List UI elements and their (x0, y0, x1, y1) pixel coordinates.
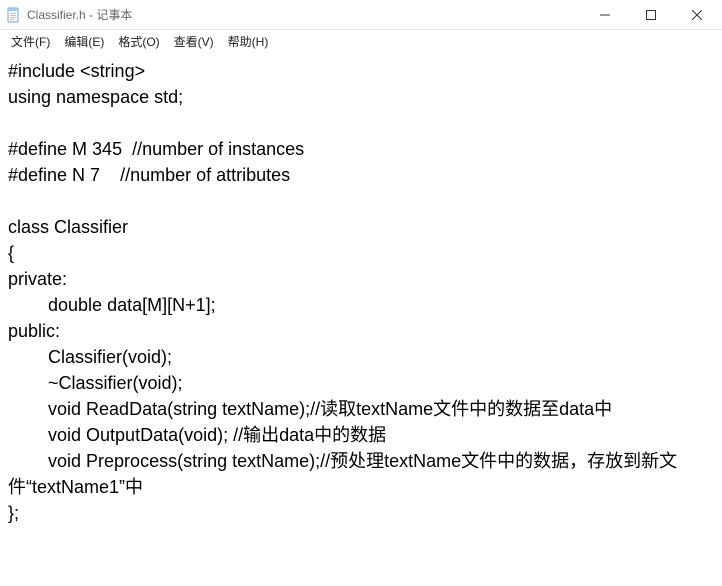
notepad-icon (6, 7, 22, 23)
window-title: Classifier.h - 记事本 (27, 6, 132, 23)
maximize-button[interactable] (628, 0, 674, 29)
menu-edit[interactable]: 编辑(E) (57, 31, 111, 52)
close-button[interactable] (674, 0, 720, 29)
menu-format[interactable]: 格式(O) (111, 31, 166, 52)
menu-file[interactable]: 文件(F) (4, 31, 57, 52)
minimize-button[interactable] (582, 0, 628, 29)
titlebar: Classifier.h - 记事本 (0, 0, 722, 30)
window-controls (582, 0, 720, 29)
menu-view[interactable]: 查看(V) (167, 31, 221, 52)
window: Classifier.h - 记事本 文件(F) 编辑(E) 格式(O) 查看(… (0, 0, 722, 586)
editor-content[interactable]: #include <string> using namespace std; #… (0, 52, 722, 586)
menu-help[interactable]: 帮助(H) (221, 31, 276, 52)
menubar: 文件(F) 编辑(E) 格式(O) 查看(V) 帮助(H) (0, 30, 722, 52)
